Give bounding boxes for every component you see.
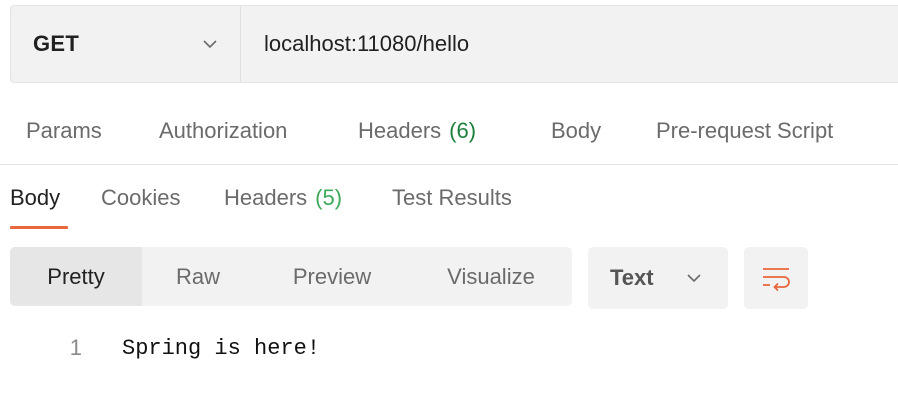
response-tab-headers[interactable]: Headers (5) xyxy=(224,170,342,226)
tab-label: Body xyxy=(551,118,602,143)
active-tab-underline xyxy=(10,226,68,229)
tab-label: Authorization xyxy=(159,118,288,143)
tab-body[interactable]: Body xyxy=(551,98,601,164)
request-tabs: Params Authorization Headers (6) Body Pr… xyxy=(0,98,898,165)
tab-authorization[interactable]: Authorization xyxy=(159,98,287,164)
method-select[interactable]: GET xyxy=(11,6,241,82)
tab-headers[interactable]: Headers (6) xyxy=(358,98,476,164)
headers-count: (6) xyxy=(449,118,477,143)
response-headers-count: (5) xyxy=(315,185,343,210)
wrap-lines-button[interactable] xyxy=(744,247,808,309)
view-pretty-button[interactable]: Pretty xyxy=(10,247,142,306)
tab-label: Body xyxy=(10,185,61,210)
tab-label: Headers xyxy=(358,118,442,143)
response-tabs: Body Cookies Headers (5) Test Results xyxy=(0,170,898,230)
chevron-down-icon xyxy=(687,274,701,283)
tab-label: Params xyxy=(26,118,102,143)
format-select[interactable]: Text xyxy=(588,247,728,309)
response-line: 1 Spring is here! xyxy=(0,330,898,366)
view-raw-button[interactable]: Raw xyxy=(142,247,254,306)
tab-label: Test Results xyxy=(392,185,512,210)
tab-label: Cookies xyxy=(101,185,181,210)
view-label: Raw xyxy=(175,263,220,289)
view-mode-group: Pretty Raw Preview Visualize xyxy=(10,247,572,306)
view-visualize-button[interactable]: Visualize xyxy=(410,247,572,306)
wrap-lines-icon xyxy=(763,268,790,291)
tab-params[interactable]: Params xyxy=(26,98,102,164)
response-tab-cookies[interactable]: Cookies xyxy=(101,170,180,226)
tab-pre-request-script[interactable]: Pre-request Script xyxy=(656,98,833,164)
response-text: Spring is here! xyxy=(122,335,321,361)
format-label: Text xyxy=(610,265,654,290)
url-input[interactable] xyxy=(241,6,898,82)
tab-label: Headers xyxy=(224,185,308,210)
method-label: GET xyxy=(33,31,80,56)
view-label: Visualize xyxy=(447,263,535,289)
chevron-down-icon xyxy=(203,40,217,49)
url-bar: GET xyxy=(10,5,898,83)
tab-label: Pre-request Script xyxy=(656,118,834,143)
view-label: Pretty xyxy=(47,263,105,289)
line-number: 1 xyxy=(69,335,82,360)
response-tab-test-results[interactable]: Test Results xyxy=(392,170,512,226)
postman-request-view: GET Params Authorization Headers (6) Bod… xyxy=(0,0,898,418)
view-preview-button[interactable]: Preview xyxy=(254,247,410,306)
view-label: Preview xyxy=(292,263,372,289)
response-tab-body[interactable]: Body xyxy=(10,170,60,226)
